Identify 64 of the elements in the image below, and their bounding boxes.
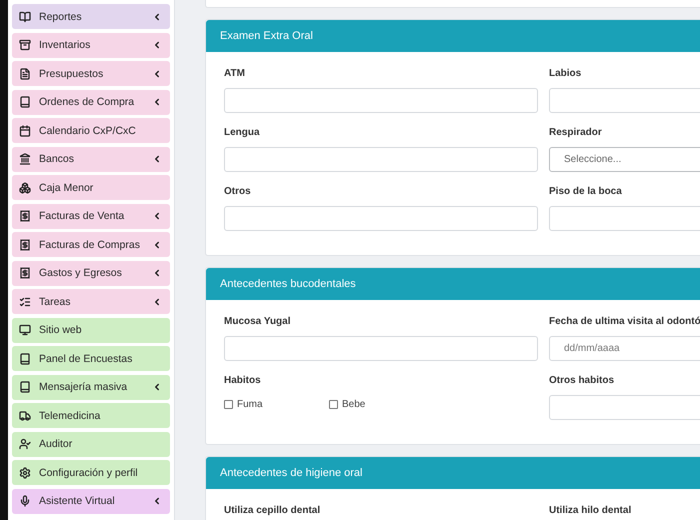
- sidebar-item[interactable]: Facturas de Venta: [12, 204, 170, 228]
- sidebar-item[interactable]: Calendario CxP/CxC: [12, 118, 170, 143]
- sidebar-item[interactable]: Ordenes de Compra: [12, 90, 170, 114]
- field-label: Utiliza cepillo dental: [224, 505, 322, 518]
- text-field[interactable]: [224, 88, 538, 113]
- book-icon: [19, 381, 31, 393]
- checkbox-option[interactable]: Bebe: [329, 399, 434, 410]
- text-field[interactable]: [224, 147, 538, 172]
- archive-icon: [19, 39, 31, 51]
- sidebar-item[interactable]: Panel de Encuestas: [12, 346, 170, 371]
- sidebar-item[interactable]: Facturas de Compras: [12, 232, 170, 257]
- sidebar-item[interactable]: Tareas: [12, 289, 170, 314]
- card-header: Antecedentes bucodentales: [206, 268, 700, 300]
- boxes-icon: [19, 182, 31, 194]
- book-icon: [19, 10, 31, 22]
- date-field[interactable]: dd/mm/aaaa: [549, 336, 700, 361]
- sidebar-item[interactable]: Bancos: [12, 146, 170, 172]
- sidebar-item[interactable]: Telemedicina: [12, 403, 170, 428]
- person-icon: [19, 438, 31, 450]
- field-label: Utiliza hilo dental: [549, 505, 632, 518]
- text-field[interactable]: [549, 206, 700, 231]
- checklist-icon: [19, 296, 31, 308]
- calendar-icon: [19, 124, 31, 136]
- truck-icon: [19, 410, 31, 422]
- receipt-icon: [19, 238, 31, 250]
- settings-icon: [19, 466, 31, 478]
- sidebar-item[interactable]: Mensajería masiva: [12, 374, 170, 400]
- monitor-icon: [19, 324, 31, 336]
- sidebar-item[interactable]: Reportes: [12, 4, 170, 29]
- book-icon: [19, 352, 31, 364]
- card-header: Antecedentes de higiene oral: [206, 457, 700, 489]
- sidebar-item[interactable]: Auditor: [12, 432, 170, 456]
- checkbox-option[interactable]: Fuma: [224, 399, 329, 410]
- sidebar-item[interactable]: Presupuestos: [12, 61, 170, 86]
- sidebar-item[interactable]: Configuración y perfil: [12, 460, 170, 485]
- field-label: Fecha de ultima visita al odontó: [549, 316, 700, 329]
- field-label: Otros habitos: [549, 375, 616, 388]
- field-label: Lengua: [224, 127, 261, 140]
- field-label: Mucosa Yugal: [224, 316, 292, 329]
- card-header: Examen Extra Oral: [206, 20, 700, 52]
- receipt-icon: [19, 267, 31, 279]
- book-icon: [19, 96, 31, 108]
- text-field[interactable]: [224, 336, 538, 361]
- checkbox[interactable]: [224, 400, 233, 409]
- bank-icon: [19, 153, 31, 165]
- text-field[interactable]: [549, 395, 700, 420]
- field-label: Otros: [224, 186, 252, 199]
- microphone-icon: [19, 495, 31, 507]
- sidebar-item[interactable]: Inventarios: [12, 32, 170, 58]
- text-field[interactable]: [549, 88, 700, 113]
- field-label: ATM: [224, 68, 246, 81]
- sidebar-item[interactable]: Sitio web: [12, 318, 170, 342]
- sidebar-item[interactable]: Gastos y Egresos: [12, 260, 170, 286]
- receipt-icon: [19, 210, 31, 222]
- field-label: Habitos: [224, 375, 262, 388]
- field-label: Respirador: [549, 127, 603, 140]
- checkbox[interactable]: [329, 400, 338, 409]
- document-icon: [19, 68, 31, 80]
- field-label: Labios: [549, 68, 582, 81]
- field-label: Piso de la boca: [549, 186, 623, 199]
- text-field[interactable]: [224, 206, 538, 231]
- sidebar-item[interactable]: Caja Menor: [12, 175, 170, 200]
- select-field[interactable]: Seleccione...: [549, 147, 700, 172]
- sidebar-item[interactable]: Asistente Virtual: [12, 488, 170, 514]
